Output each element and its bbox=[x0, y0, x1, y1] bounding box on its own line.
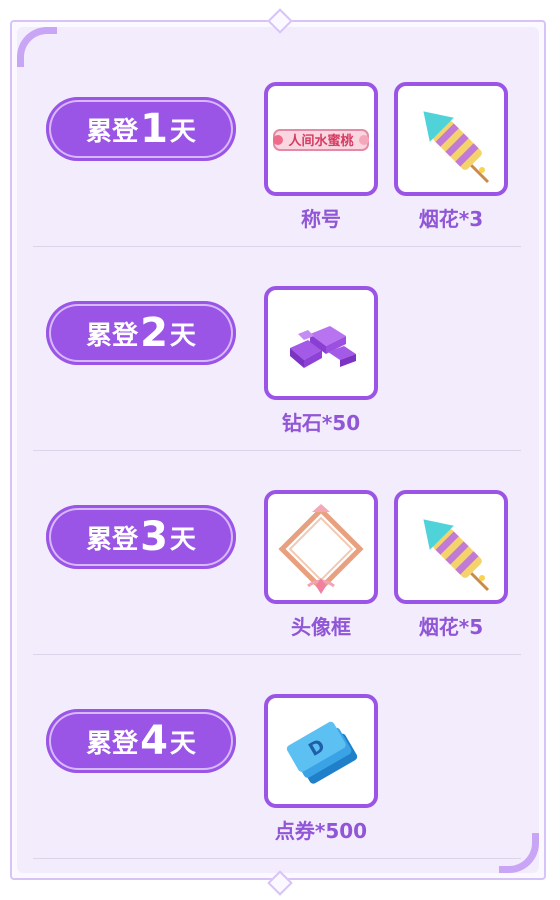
day-prefix: 累登 bbox=[86, 320, 139, 351]
reward-icon-box[interactable]: D bbox=[264, 694, 378, 808]
reward-icon-box[interactable] bbox=[394, 82, 508, 196]
svg-text:人间水蜜桃: 人间水蜜桃 bbox=[288, 133, 353, 149]
reward-icon-box[interactable] bbox=[264, 490, 378, 604]
reward-icon-box[interactable] bbox=[394, 490, 508, 604]
reward-item-coupon[interactable]: D 点券*500 bbox=[261, 694, 381, 844]
day-suffix: 天 bbox=[169, 524, 196, 555]
day-suffix: 天 bbox=[169, 116, 196, 147]
day-suffix: 天 bbox=[169, 728, 196, 759]
reward-item-firework[interactable]: 烟花*5 bbox=[391, 490, 511, 640]
day-pill: 累登 4 天 bbox=[46, 709, 236, 773]
avatar-frame-icon bbox=[278, 504, 364, 594]
coupon-tickets-icon: D bbox=[286, 721, 358, 784]
reward-row-day-3: 累登 3 天 头像框 烟花*5 bbox=[33, 450, 521, 655]
reward-label: 钻石*50 bbox=[281, 411, 361, 435]
title-badge-icon: 人间水蜜桃 bbox=[273, 129, 369, 151]
day-pill: 累登 1 天 bbox=[46, 97, 236, 161]
day-prefix: 累登 bbox=[86, 728, 139, 759]
day-number: 3 bbox=[140, 514, 168, 560]
diamond-gems-icon bbox=[290, 326, 356, 368]
firework-rocket-icon bbox=[423, 519, 490, 592]
reward-item-diamond[interactable]: 钻石*50 bbox=[261, 286, 381, 436]
day-prefix: 累登 bbox=[86, 116, 139, 147]
reward-icon-box[interactable] bbox=[264, 286, 378, 400]
reward-item-avatar-frame[interactable]: 头像框 bbox=[261, 490, 381, 640]
reward-label: 点券*500 bbox=[274, 819, 368, 843]
day-pill: 累登 2 天 bbox=[46, 301, 236, 365]
reward-label: 烟花*5 bbox=[418, 615, 484, 639]
firework-rocket-icon bbox=[423, 111, 490, 184]
reward-item-title[interactable]: 人间水蜜桃 称号 bbox=[261, 82, 381, 232]
reward-icon-box[interactable]: 人间水蜜桃 bbox=[264, 82, 378, 196]
day-prefix: 累登 bbox=[86, 524, 139, 555]
reward-row-day-1: 累登 1 天 人间水蜜桃 称号 烟花*3 bbox=[33, 42, 521, 247]
reward-item-firework[interactable]: 烟花*3 bbox=[391, 82, 511, 232]
reward-row-day-4: 累登 4 天 D 点券*500 bbox=[33, 654, 521, 859]
day-number: 1 bbox=[140, 106, 168, 152]
reward-label: 称号 bbox=[301, 207, 341, 231]
day-suffix: 天 bbox=[169, 320, 196, 351]
reward-row-day-2: 累登 2 天 钻石*50 bbox=[33, 246, 521, 451]
day-number: 4 bbox=[140, 718, 168, 764]
reward-label: 烟花*3 bbox=[418, 207, 484, 231]
day-number: 2 bbox=[140, 310, 168, 356]
reward-label: 头像框 bbox=[291, 615, 351, 639]
day-pill: 累登 3 天 bbox=[46, 505, 236, 569]
